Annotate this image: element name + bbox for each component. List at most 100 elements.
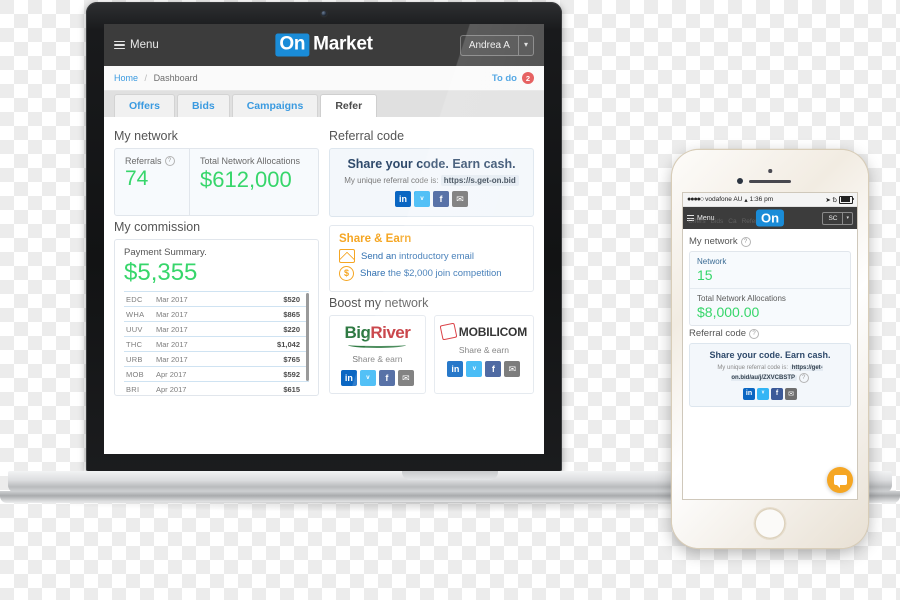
status-left: ●●●●○ vodafone AU ▴ 1:36 pm: [687, 196, 773, 204]
facebook-icon[interactable]: f: [771, 387, 783, 400]
boost-card-bigriver[interactable]: BigRiver Share & earn in ᵛ f ✉: [329, 315, 426, 394]
row-code: EDC: [126, 294, 143, 304]
help-icon[interactable]: ?: [164, 156, 175, 166]
table-row: WHA Mar 2017 $865: [124, 306, 309, 321]
row-code: URB: [126, 354, 143, 364]
phone-content: My network ? Network 15 Total Network Al…: [683, 229, 857, 412]
linkedin-icon[interactable]: in: [447, 361, 464, 377]
my-commission-title: My commission: [114, 220, 201, 234]
twitter-icon[interactable]: ᵛ: [757, 387, 769, 400]
mail-icon[interactable]: ✉: [452, 191, 468, 207]
linkedin-icon[interactable]: in: [743, 387, 755, 400]
phone-allocations-stat: Total Network Allocations $8,000.00: [690, 288, 850, 325]
phone-share-buttons: in ᵛ f ✉: [695, 387, 845, 400]
mail-icon[interactable]: ✉: [504, 361, 521, 377]
clock-label: 1:36 pm: [749, 196, 774, 203]
phone-my-network-title: My network: [689, 236, 738, 247]
onmarket-logo: On Market: [275, 33, 373, 57]
phone-tab-campaigns[interactable]: Ca: [728, 218, 736, 225]
menu-label: Menu: [130, 38, 159, 51]
competition-row[interactable]: $ Share the $2,000 join competition: [339, 266, 524, 281]
payment-summary-value: $5,355: [124, 259, 198, 286]
facebook-icon[interactable]: f: [485, 361, 502, 377]
competition-link[interactable]: Share the $2,000 join competition: [360, 268, 502, 279]
mail-icon[interactable]: ✉: [785, 387, 797, 400]
my-network-title: My network: [114, 129, 178, 143]
row-amount: $520: [283, 294, 300, 304]
row-amount: $865: [283, 309, 300, 319]
referrals-label: Referrals: [125, 156, 162, 166]
mail-icon[interactable]: ✉: [397, 370, 414, 386]
laptop-base-notch: [402, 471, 498, 480]
send-email-link[interactable]: Send an introductory email: [361, 251, 474, 262]
help-icon[interactable]: ?: [749, 328, 760, 339]
table-row: EDC Mar 2017 $520: [124, 291, 309, 306]
right-column: Referral code Share your code. Earn cash…: [329, 125, 534, 454]
twitter-icon[interactable]: ᵛ: [414, 191, 430, 207]
laptop-screen: Menu On Market Andrea A ▾ Home / Dashboa…: [104, 24, 544, 454]
help-icon[interactable]: ?: [740, 236, 751, 247]
referral-headline: Share your code. Earn cash.: [347, 157, 516, 171]
twitter-icon[interactable]: ᵛ: [466, 361, 483, 377]
logo-on-mark: On: [275, 33, 310, 57]
phone-screen: ●●●●○ vodafone AU ▴ 1:36 pm ➤ ␢ Menu On …: [682, 192, 858, 500]
bigriver-logo: BigRiver: [336, 324, 419, 341]
tab-offers[interactable]: Offers: [114, 94, 175, 117]
chat-support-button[interactable]: [827, 467, 853, 493]
row-code: WHA: [126, 309, 145, 319]
table-row: MOB Apr 2017 $592: [124, 366, 309, 381]
facebook-icon[interactable]: f: [378, 370, 395, 386]
mobilicom-text: MOBILICOM: [458, 324, 527, 339]
twitter-icon[interactable]: ᵛ: [359, 370, 376, 386]
linkedin-icon[interactable]: in: [395, 191, 411, 207]
referrals-label-row: Referrals ?: [125, 156, 179, 166]
phone-speaker-icon: [749, 180, 791, 183]
share-earn-title: Share & Earn: [339, 233, 412, 245]
payment-summary-label: Payment Summary.: [124, 247, 207, 258]
row-code: MOB: [126, 369, 144, 379]
linkedin-icon[interactable]: in: [340, 370, 357, 386]
desktop-app-bar: Menu On Market Andrea A ▾: [104, 24, 544, 66]
todo-link[interactable]: To do 2: [492, 72, 534, 84]
row-date: Apr 2017: [156, 369, 187, 379]
referral-prefix: My unique referral code is:: [344, 176, 439, 185]
help-icon[interactable]: ?: [798, 372, 809, 383]
row-amount: $592: [283, 369, 300, 379]
tab-campaigns[interactable]: Campaigns: [231, 94, 319, 117]
referrals-value: 74: [125, 167, 149, 190]
mobilicom-mark-icon: [439, 322, 458, 341]
phone-tab-bids[interactable]: Bids: [711, 218, 724, 225]
boost-share-buttons: in ᵛ f ✉: [441, 361, 527, 377]
referral-url[interactable]: https://s.get-on.bid: [440, 175, 519, 186]
row-date: Mar 2017: [156, 324, 188, 334]
payment-table[interactable]: EDC Mar 2017 $520 WHA Mar 2017 $865 UUV …: [124, 291, 309, 395]
facebook-icon[interactable]: f: [433, 191, 449, 207]
network-stats-card: Referrals ? 74 Total Network Allocations…: [114, 148, 319, 216]
row-amount: $220: [283, 324, 300, 334]
table-row: BRI Apr 2017 $615: [124, 381, 309, 395]
laptop-device: Menu On Market Andrea A ▾ Home / Dashboa…: [86, 2, 562, 472]
bigriver-swoosh-icon: [348, 342, 407, 348]
phone-network-stat: Network 15: [690, 252, 850, 288]
referral-code-card: Share your code. Earn cash. My unique re…: [329, 148, 534, 217]
user-menu[interactable]: Andrea A ▾: [459, 34, 534, 56]
phone-tab-refer[interactable]: Refer: [742, 218, 758, 225]
phone-home-button[interactable]: [754, 508, 786, 539]
user-name-button[interactable]: Andrea A: [459, 34, 519, 56]
tab-refer[interactable]: Refer: [320, 94, 378, 117]
phone-referral-prefix: My unique referral code is:: [717, 365, 789, 371]
tab-bids[interactable]: Bids: [176, 94, 230, 117]
phone-allocations-label: Total Network Allocations: [697, 294, 786, 303]
phone-camera-icon: [768, 169, 772, 173]
menu-button[interactable]: Menu: [114, 39, 159, 52]
table-scrollbar[interactable]: [306, 293, 309, 381]
phone-tab-offers[interactable]: Offers: [688, 218, 706, 225]
status-right: ➤ ␢: [825, 195, 854, 204]
logo-market-text: Market: [313, 34, 373, 55]
boost-card-mobilicom[interactable]: MOBILICOM Share & earn in ᵛ f ✉: [433, 315, 534, 394]
breadcrumb-home-link[interactable]: Home: [114, 73, 138, 83]
breadcrumb-bar: Home / Dashboard To do 2: [104, 66, 544, 91]
send-email-row[interactable]: Send an introductory email: [339, 249, 524, 263]
chevron-down-icon[interactable]: ▾: [518, 34, 534, 56]
todo-label: To do: [491, 72, 517, 84]
